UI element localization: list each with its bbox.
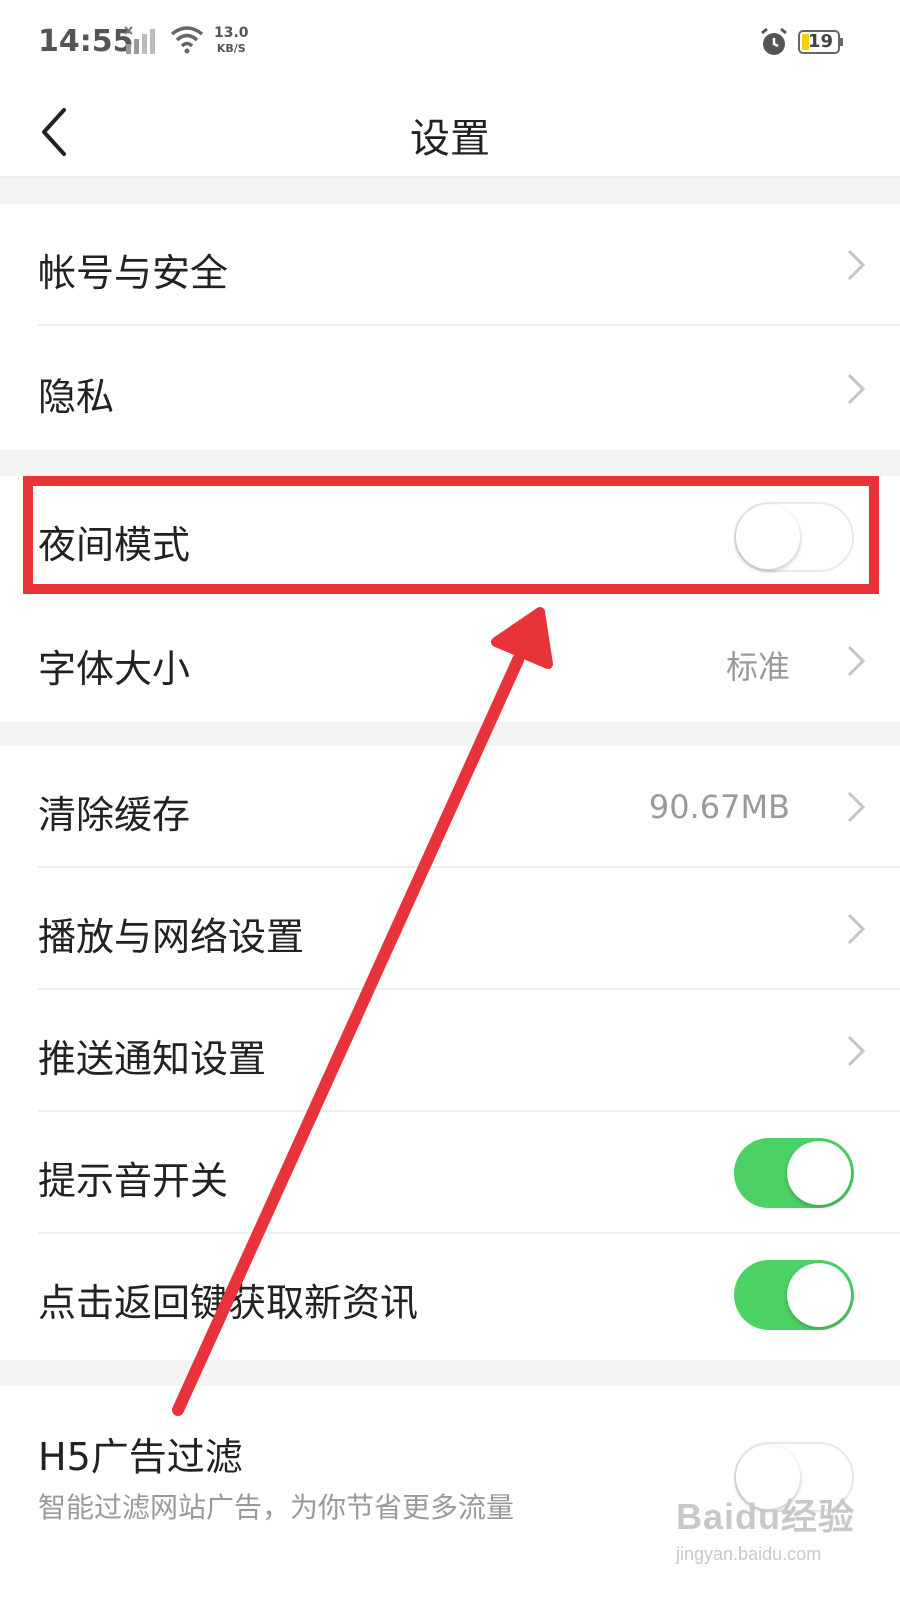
push-notifications-label: 推送通知设置 xyxy=(38,1037,267,1081)
toggle-knob xyxy=(736,505,800,569)
account-security-row[interactable]: 帐号与安全 xyxy=(0,204,900,326)
chevron-right-icon xyxy=(847,913,866,945)
settings-section-general: 清除缓存 90.67MB 播放与网络设置 推送通知设置 提示音开关 点击返回键获… xyxy=(0,746,900,1360)
font-size-value: 标准 xyxy=(725,648,790,686)
font-size-row[interactable]: 字体大小 标准 xyxy=(0,600,900,722)
chevron-right-icon xyxy=(847,373,866,405)
settings-section-display: 夜间模式 字体大小 标准 xyxy=(0,476,900,722)
account-security-label: 帐号与安全 xyxy=(38,251,229,295)
signal-icon xyxy=(124,26,155,54)
status-bar: 14:55 13.0 KB/S 19 xyxy=(0,0,900,88)
clear-cache-label: 清除缓存 xyxy=(38,793,191,837)
status-time: 14:55 xyxy=(38,24,134,59)
h5-ad-filter-label: H5广告过滤 xyxy=(38,1435,243,1479)
watermark: Baidu经验 jingyan.baidu.com xyxy=(676,1488,855,1565)
back-refresh-row: 点击返回键获取新资讯 xyxy=(0,1234,900,1356)
chevron-right-icon xyxy=(847,1035,866,1067)
privacy-row[interactable]: 隐私 xyxy=(0,328,900,450)
playback-network-label: 播放与网络设置 xyxy=(38,915,305,959)
night-mode-toggle[interactable] xyxy=(734,502,854,572)
chevron-right-icon xyxy=(847,791,866,823)
back-refresh-label: 点击返回键获取新资讯 xyxy=(38,1281,419,1325)
font-size-label: 字体大小 xyxy=(38,647,191,691)
network-speed-unit: KB/S xyxy=(216,42,246,55)
push-notifications-row[interactable]: 推送通知设置 xyxy=(0,990,900,1112)
nav-bar: 设置 xyxy=(0,88,900,178)
settings-section-account: 帐号与安全 隐私 xyxy=(0,204,900,450)
sound-toggle-label: 提示音开关 xyxy=(38,1159,229,1203)
playback-network-row[interactable]: 播放与网络设置 xyxy=(0,868,900,990)
privacy-label: 隐私 xyxy=(38,375,115,419)
toggle-knob xyxy=(787,1141,851,1205)
page-title: 设置 xyxy=(410,116,490,162)
clear-cache-row[interactable]: 清除缓存 90.67MB xyxy=(0,746,900,868)
alarm-icon xyxy=(761,27,787,55)
back-refresh-toggle[interactable] xyxy=(734,1260,854,1330)
night-mode-label: 夜间模式 xyxy=(38,523,191,567)
toggle-knob xyxy=(787,1263,851,1327)
wifi-icon xyxy=(170,26,204,54)
h5-ad-filter-description: 智能过滤网站广告，为你节省更多流量 xyxy=(38,1491,515,1524)
watermark-main: Baidu经验 xyxy=(676,1496,856,1537)
battery-icon: 19 xyxy=(798,30,844,54)
network-speed-value: 13.0 xyxy=(214,25,249,41)
cache-size-value: 90.67MB xyxy=(648,788,790,826)
network-speed: 13.0 KB/S xyxy=(214,26,249,56)
watermark-sub: jingyan.baidu.com xyxy=(676,1544,822,1564)
sound-toggle[interactable] xyxy=(734,1138,854,1208)
night-mode-row: 夜间模式 xyxy=(0,476,900,598)
chevron-right-icon xyxy=(847,249,866,281)
battery-level: 19 xyxy=(808,31,834,52)
chevron-right-icon xyxy=(847,645,866,677)
sound-toggle-row: 提示音开关 xyxy=(0,1112,900,1234)
divider xyxy=(38,324,900,326)
